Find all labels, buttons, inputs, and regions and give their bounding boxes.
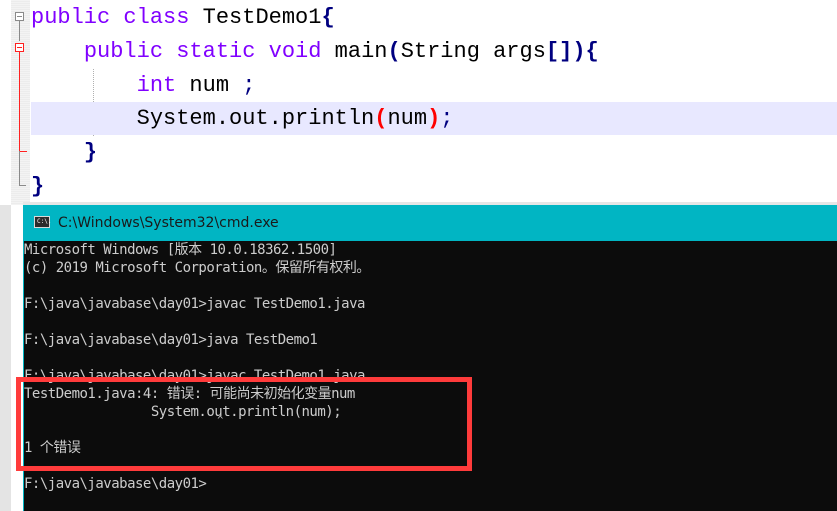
code-line-current[interactable]: System.out.println(num); (31, 102, 837, 135)
code-token: []) (545, 39, 586, 64)
code-token: ; (242, 73, 256, 98)
code-token: num (176, 73, 243, 98)
fold-end-marker (19, 151, 27, 152)
code-token: int (136, 73, 177, 98)
cmd-titlebar[interactable]: C:\. C:\Windows\System32\cmd.exe (23, 202, 837, 241)
code-line[interactable]: int num ; (31, 69, 256, 102)
code-token: public (31, 5, 111, 30)
fold-line (19, 151, 20, 185)
fold-collapse-icon[interactable] (15, 12, 24, 21)
cmd-icon-label: C:\. (37, 218, 52, 225)
code-token: TestDemo1 (189, 5, 322, 30)
error-highlight-box (16, 377, 472, 471)
code-token: num (387, 106, 428, 131)
code-token: String args (400, 39, 546, 64)
fold-end-marker (19, 185, 26, 186)
cmd-window-title: C:\Windows\System32\cmd.exe (58, 215, 279, 231)
fold-line-active (19, 52, 20, 151)
code-token: } (31, 174, 45, 199)
code-line[interactable]: public class TestDemo1{ (31, 1, 335, 34)
code-token: ) (427, 106, 441, 131)
terminal-line: F:\java\javabase\day01>javac TestDemo1.j… (24, 296, 365, 312)
fold-gutter (11, 0, 30, 205)
code-token: void (268, 39, 322, 64)
code-editor[interactable]: public class TestDemo1{ public static vo… (0, 0, 837, 205)
terminal-line: (c) 2019 Microsoft Corporation。保留所有权利。 (24, 260, 370, 276)
code-token: } (83, 140, 98, 165)
code-line[interactable]: } (31, 136, 97, 169)
code-token: ( (387, 39, 401, 64)
terminal-line: Microsoft Windows [版本 10.0.18362.1500] (24, 242, 337, 258)
code-token: ; (440, 106, 454, 131)
code-token: public (83, 39, 164, 64)
fold-collapse-icon[interactable] (15, 43, 24, 52)
terminal-line: F:\java\javabase\day01>java TestDemo1 (24, 332, 318, 348)
code-line[interactable]: } (31, 170, 44, 203)
code-line[interactable]: public static void main(String args[]){ (31, 35, 599, 68)
code-token: System.out.println (31, 106, 375, 131)
code-token: { (585, 39, 599, 64)
code-token: { (321, 5, 335, 30)
code-token: class (123, 5, 190, 30)
code-token: ( (374, 106, 388, 131)
code-token: main (321, 39, 388, 64)
terminal-line: F:\java\javabase\day01> (24, 476, 207, 492)
code-token: static (176, 39, 256, 64)
cmd-app-icon[interactable]: C:\. (34, 216, 52, 228)
fold-line (19, 21, 20, 41)
